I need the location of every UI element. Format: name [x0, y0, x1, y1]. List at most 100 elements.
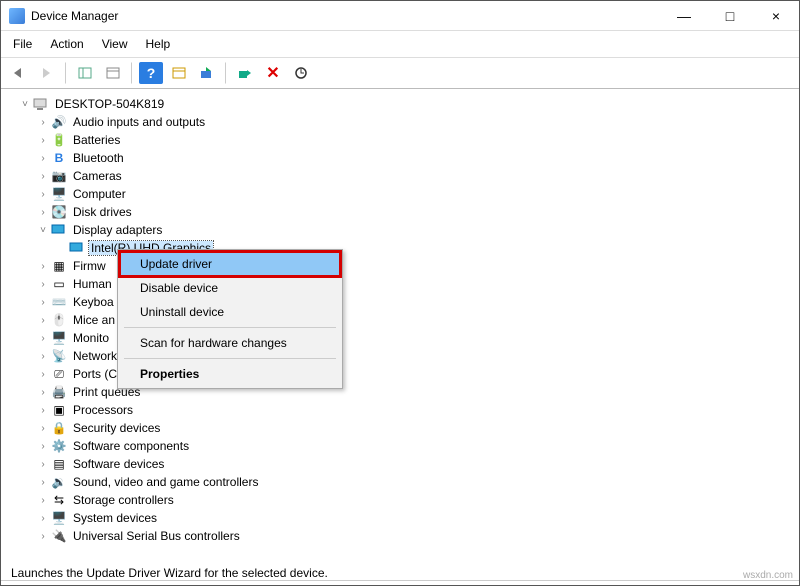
- display-adapter-icon: [51, 222, 67, 238]
- forward-button[interactable]: [35, 62, 59, 84]
- monitor-icon: 🖥️: [51, 330, 67, 346]
- hid-icon: ▭: [51, 276, 67, 292]
- expand-icon[interactable]: ›: [37, 315, 49, 326]
- expand-icon[interactable]: ›: [37, 279, 49, 290]
- tree-item-batteries[interactable]: › 🔋 Batteries: [3, 131, 797, 149]
- tree-item-label: Firmw: [71, 259, 108, 273]
- context-disable-device[interactable]: Disable device: [120, 276, 340, 300]
- expand-icon[interactable]: ›: [37, 135, 49, 146]
- tree-item-label: Universal Serial Bus controllers: [71, 529, 242, 543]
- battery-icon: 🔋: [51, 132, 67, 148]
- tree-root[interactable]: ˅ DESKTOP-504K819: [3, 95, 797, 113]
- expand-icon[interactable]: ›: [37, 387, 49, 398]
- expand-icon[interactable]: ›: [37, 369, 49, 380]
- close-button[interactable]: ×: [753, 1, 799, 31]
- context-uninstall-device[interactable]: Uninstall device: [120, 300, 340, 324]
- storage-icon: ⇆: [51, 492, 67, 508]
- tree-item-security[interactable]: › 🔒 Security devices: [3, 419, 797, 437]
- software-icon: ▤: [51, 456, 67, 472]
- scan-hardware-toolbar-button[interactable]: [289, 62, 313, 84]
- context-separator: [124, 327, 336, 328]
- uninstall-device-toolbar-button[interactable]: ✕: [261, 62, 285, 84]
- properties-toolbar-button[interactable]: [101, 62, 125, 84]
- tree-item-system-devices[interactable]: › 🖥️ System devices: [3, 509, 797, 527]
- context-update-driver[interactable]: Update driver: [120, 252, 340, 276]
- toolbar-separator: [131, 62, 133, 84]
- component-icon: ⚙️: [51, 438, 67, 454]
- computer-icon: [33, 96, 49, 112]
- tree-item-label: Audio inputs and outputs: [71, 115, 207, 129]
- expand-icon[interactable]: ›: [37, 477, 49, 488]
- tree-item-label: Batteries: [71, 133, 122, 147]
- watermark: wsxdn.com: [743, 570, 793, 581]
- menu-file[interactable]: File: [11, 35, 34, 53]
- action-toolbar-button[interactable]: [167, 62, 191, 84]
- menu-view[interactable]: View: [100, 35, 130, 53]
- update-driver-toolbar-button[interactable]: [195, 62, 219, 84]
- toolbar-separator: [225, 62, 227, 84]
- expand-icon[interactable]: ›: [37, 207, 49, 218]
- tree-item-processors[interactable]: › ▣ Processors: [3, 401, 797, 419]
- minimize-button[interactable]: —: [661, 1, 707, 31]
- tree-item-software-components[interactable]: › ⚙️ Software components: [3, 437, 797, 455]
- app-icon: [9, 8, 25, 24]
- tree-item-label: Display adapters: [71, 223, 164, 237]
- tree-item-label: Sound, video and game controllers: [71, 475, 260, 489]
- port-icon: ⎚: [51, 366, 67, 382]
- enable-device-toolbar-button[interactable]: [233, 62, 257, 84]
- tree-item-label: Disk drives: [71, 205, 134, 219]
- tree-item-label: Security devices: [71, 421, 162, 435]
- expand-icon[interactable]: ›: [37, 405, 49, 416]
- display-adapter-icon: [69, 240, 85, 256]
- tree-item-software-devices[interactable]: › ▤ Software devices: [3, 455, 797, 473]
- expand-icon[interactable]: ›: [37, 261, 49, 272]
- tree-item-cameras[interactable]: › 📷 Cameras: [3, 167, 797, 185]
- expand-icon[interactable]: ›: [37, 531, 49, 542]
- tree-item-storage-controllers[interactable]: › ⇆ Storage controllers: [3, 491, 797, 509]
- expand-icon[interactable]: ›: [37, 495, 49, 506]
- expand-icon[interactable]: ›: [37, 297, 49, 308]
- tree-item-sound-video-game[interactable]: › 🔉 Sound, video and game controllers: [3, 473, 797, 491]
- expand-icon[interactable]: ›: [37, 423, 49, 434]
- context-scan-hardware[interactable]: Scan for hardware changes: [120, 331, 340, 355]
- tree-item-display-adapters[interactable]: ˅ Display adapters: [3, 221, 797, 239]
- expand-icon[interactable]: ›: [37, 351, 49, 362]
- menu-help[interactable]: Help: [144, 35, 173, 53]
- expand-icon[interactable]: ›: [37, 459, 49, 470]
- tree-item-label: Human: [71, 277, 114, 291]
- help-toolbar-button[interactable]: ?: [139, 62, 163, 84]
- menu-action[interactable]: Action: [48, 35, 85, 53]
- cpu-icon: ▣: [51, 402, 67, 418]
- window-title: Device Manager: [31, 9, 661, 23]
- expand-icon[interactable]: ›: [37, 513, 49, 524]
- maximize-button[interactable]: □: [707, 1, 753, 31]
- expand-icon[interactable]: ›: [37, 333, 49, 344]
- computer-icon: 🖥️: [51, 186, 67, 202]
- usb-icon: 🔌: [51, 528, 67, 544]
- menubar: File Action View Help: [1, 31, 799, 58]
- speaker-icon: 🔊: [51, 114, 67, 130]
- tree-item-label: Computer: [71, 187, 128, 201]
- expand-icon[interactable]: ›: [37, 189, 49, 200]
- mouse-icon: 🖱️: [51, 312, 67, 328]
- printer-icon: 🖨️: [51, 384, 67, 400]
- back-button[interactable]: [7, 62, 31, 84]
- collapse-icon[interactable]: ˅: [37, 225, 49, 236]
- tree-item-computer[interactable]: › 🖥️ Computer: [3, 185, 797, 203]
- disk-icon: 💽: [51, 204, 67, 220]
- expand-icon[interactable]: ›: [37, 441, 49, 452]
- show-hide-console-tree-button[interactable]: [73, 62, 97, 84]
- titlebar: Device Manager — □ ×: [1, 1, 799, 31]
- expand-icon[interactable]: ›: [37, 117, 49, 128]
- tree-item-bluetooth[interactable]: › B Bluetooth: [3, 149, 797, 167]
- context-menu: Update driver Disable device Uninstall d…: [117, 249, 343, 389]
- tree-item-usb-controllers[interactable]: › 🔌 Universal Serial Bus controllers: [3, 527, 797, 545]
- tree-item-label: Cameras: [71, 169, 124, 183]
- expand-icon[interactable]: ›: [37, 153, 49, 164]
- tree-item-disk-drives[interactable]: › 💽 Disk drives: [3, 203, 797, 221]
- keyboard-icon: ⌨️: [51, 294, 67, 310]
- tree-item-audio[interactable]: › 🔊 Audio inputs and outputs: [3, 113, 797, 131]
- expand-icon[interactable]: ›: [37, 171, 49, 182]
- collapse-icon[interactable]: ˅: [19, 99, 31, 110]
- context-properties[interactable]: Properties: [120, 362, 340, 386]
